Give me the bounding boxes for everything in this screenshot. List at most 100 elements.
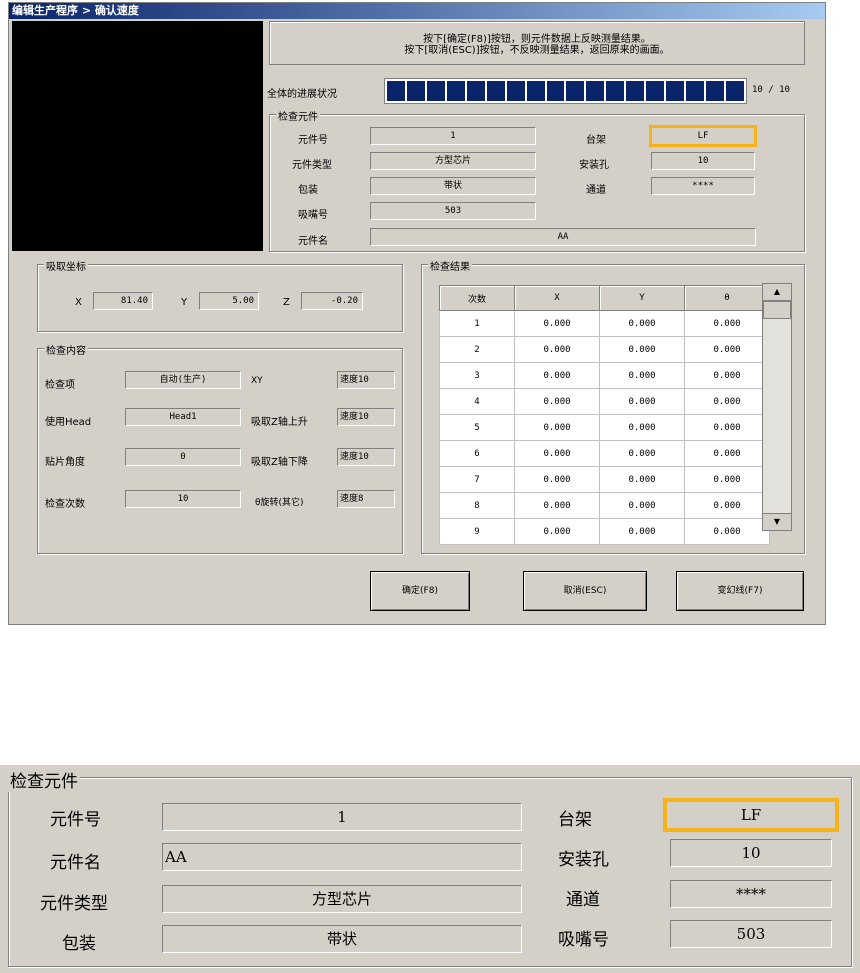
- cell-count: 2: [439, 336, 515, 363]
- head-label: 使用Head: [45, 417, 92, 428]
- table-row[interactable]: 3 0.000 0.000 0.000: [439, 362, 770, 389]
- zoom-part-type-field: 方型芯片: [162, 885, 522, 913]
- cell-count: 8: [439, 492, 515, 519]
- cancel-button[interactable]: 取消(ESC): [523, 571, 647, 611]
- cell-x: 0.000: [514, 440, 600, 467]
- part-type-label: 元件类型: [292, 160, 332, 171]
- cell-x: 0.000: [514, 388, 600, 415]
- ok-button[interactable]: 确定(F8): [370, 571, 470, 611]
- rack-field: LF: [649, 125, 757, 147]
- col-count-header[interactable]: 次数: [439, 285, 515, 311]
- cell-y: 0.000: [599, 466, 685, 493]
- results-table: 次数 X Y θ 1 0.000 0.000 0.000 2 0.000 0.000 0.00…: [439, 285, 770, 545]
- package-field: 带状: [370, 177, 536, 195]
- table-row[interactable]: 1 0.000 0.000 0.000: [439, 310, 770, 337]
- results-scrollbar[interactable]: ▲ ▼: [762, 283, 792, 531]
- cell-y: 0.000: [599, 440, 685, 467]
- xy-label: XY: [251, 376, 263, 386]
- message-line-1: 按下[确定(F8)]按钮，则元件数据上反映测量结果。: [423, 34, 651, 45]
- window-title: 编辑生产程序 > 确认速度: [9, 3, 825, 19]
- cell-theta: 0.000: [684, 518, 770, 545]
- table-row[interactable]: 6 0.000 0.000 0.000: [439, 440, 770, 467]
- progress-bar: [384, 78, 747, 104]
- cell-theta: 0.000: [684, 492, 770, 519]
- zoom-part-no-field: 1: [162, 803, 522, 831]
- nozzle-label: 吸嘴号: [298, 210, 328, 221]
- zoom-part-name-label: 元件名: [50, 853, 101, 873]
- cell-y: 0.000: [599, 492, 685, 519]
- zoom-part-name-field: AA: [162, 843, 522, 871]
- cell-x: 0.000: [514, 336, 600, 363]
- pickup-y-field: 5.00: [199, 292, 259, 310]
- table-row[interactable]: 8 0.000 0.000 0.000: [439, 492, 770, 519]
- change-line-button[interactable]: 变幻线(F7): [676, 571, 804, 611]
- cell-theta: 0.000: [684, 414, 770, 441]
- nozzle-field: 503: [370, 202, 536, 220]
- zoom-part-no-label: 元件号: [50, 810, 101, 830]
- cell-y: 0.000: [599, 414, 685, 441]
- zoom-rack-field: LF: [663, 798, 839, 832]
- inspection-group-title: 检查内容: [44, 342, 88, 357]
- inspection-item-label: 检查项: [45, 380, 75, 391]
- theta-rotate-label: θ旋转(其它): [255, 498, 304, 508]
- rack-label: 台架: [586, 135, 606, 146]
- cell-count: 6: [439, 440, 515, 467]
- cell-theta: 0.000: [684, 310, 770, 337]
- hole-field: 10: [651, 152, 755, 170]
- cell-x: 0.000: [514, 466, 600, 493]
- cell-y: 0.000: [599, 336, 685, 363]
- zoom-hole-field: 10: [670, 839, 832, 867]
- cell-count: 9: [439, 518, 515, 545]
- cell-count: 4: [439, 388, 515, 415]
- xy-speed-field: 速度10: [337, 371, 395, 389]
- zoom-nozzle-label: 吸嘴号: [558, 930, 609, 950]
- pickup-x-field: 81.40: [93, 292, 153, 310]
- table-row[interactable]: 2 0.000 0.000 0.000: [439, 336, 770, 363]
- zoom-nozzle-field: 503: [670, 920, 832, 948]
- cell-theta: 0.000: [684, 336, 770, 363]
- part-no-label: 元件号: [298, 135, 328, 146]
- table-row[interactable]: 5 0.000 0.000 0.000: [439, 414, 770, 441]
- pickup-y-label: Y: [181, 297, 188, 308]
- col-y-header[interactable]: Y: [599, 285, 685, 311]
- pickup-z-field: -0.20: [301, 292, 363, 310]
- progress-label: 全体的进展状况: [267, 89, 337, 100]
- zoom-group-title: 检查元件: [8, 767, 80, 792]
- table-row[interactable]: 7 0.000 0.000 0.000: [439, 466, 770, 493]
- cell-y: 0.000: [599, 362, 685, 389]
- cell-x: 0.000: [514, 518, 600, 545]
- zoom-rack-label: 台架: [558, 810, 592, 830]
- cell-x: 0.000: [514, 310, 600, 337]
- camera-preview: [12, 21, 263, 251]
- part-type-field: 方型芯片: [370, 152, 536, 170]
- cell-theta: 0.000: [684, 362, 770, 389]
- confirm-speed-window: 编辑生产程序 > 确认速度 按下[确定(F8)]按钮，则元件数据上反映测量结果。…: [8, 2, 826, 625]
- scroll-down-icon[interactable]: ▼: [763, 513, 791, 530]
- pickup-x-label: X: [75, 297, 82, 308]
- part-name-field: AA: [370, 228, 756, 246]
- scroll-thumb[interactable]: [763, 301, 791, 319]
- zoom-channel-label: 通道: [566, 890, 600, 910]
- cell-theta: 0.000: [684, 440, 770, 467]
- cell-x: 0.000: [514, 362, 600, 389]
- check-count-label: 检查次数: [45, 499, 85, 510]
- col-theta-header[interactable]: θ: [684, 285, 770, 311]
- cell-y: 0.000: [599, 518, 685, 545]
- cell-count: 5: [439, 414, 515, 441]
- col-x-header[interactable]: X: [514, 285, 600, 311]
- hole-label: 安装孔: [579, 160, 609, 171]
- table-row[interactable]: 9 0.000 0.000 0.000: [439, 518, 770, 545]
- table-row[interactable]: 4 0.000 0.000 0.000: [439, 388, 770, 415]
- theta-rotate-speed-field: 速度8: [337, 490, 395, 508]
- cell-y: 0.000: [599, 310, 685, 337]
- results-header-row: 次数 X Y θ: [439, 285, 770, 311]
- part-no-field: 1: [370, 127, 536, 145]
- scroll-up-icon[interactable]: ▲: [763, 284, 791, 301]
- channel-field: ****: [651, 177, 755, 195]
- package-label: 包装: [298, 185, 318, 196]
- cell-theta: 0.000: [684, 388, 770, 415]
- z-down-label: 吸取Z轴下降: [251, 457, 308, 468]
- pickup-group-title: 吸取坐标: [44, 258, 88, 273]
- head-field: Head1: [125, 408, 241, 426]
- cell-count: 1: [439, 310, 515, 337]
